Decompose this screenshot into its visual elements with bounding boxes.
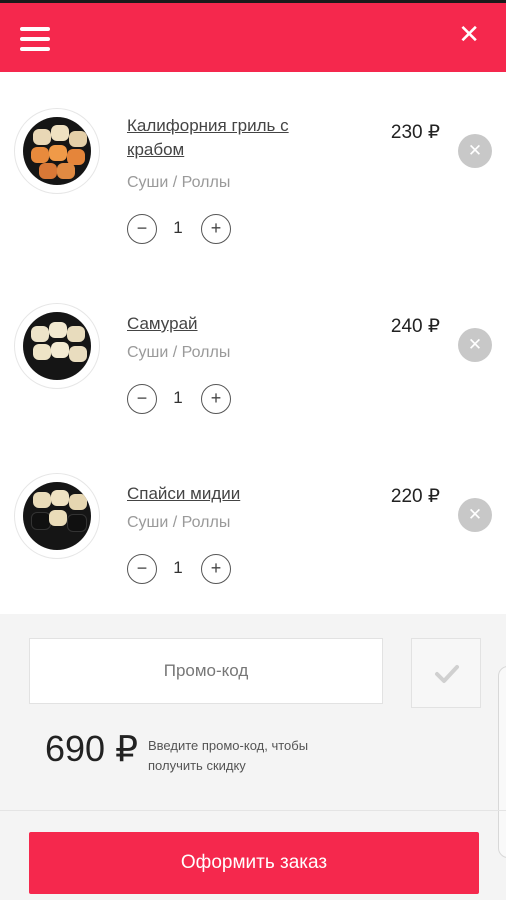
close-icon[interactable]: ✕ — [458, 21, 480, 47]
remove-item-button[interactable]: ✕ — [458, 134, 492, 168]
top-bar: ✕ — [0, 0, 506, 72]
product-name-link[interactable]: Самурай — [127, 312, 327, 336]
product-category: Суши / Роллы — [127, 514, 231, 531]
product-name-link[interactable]: Спайси мидии — [127, 482, 327, 506]
promo-code-input[interactable] — [29, 638, 383, 704]
scrollbar[interactable] — [498, 666, 506, 858]
decrease-quantity-button[interactable]: − — [127, 554, 157, 584]
quantity-value: 1 — [173, 558, 183, 577]
cart-footer: 690 ₽ Введите промо-код, чтобы получить … — [0, 614, 506, 900]
quantity-stepper: − 1 + — [127, 214, 237, 244]
checkout-button[interactable]: Оформить заказ — [29, 832, 479, 894]
cart-item: Самурай Суши / Роллы − 1 + 240 ₽ ✕ — [0, 274, 506, 445]
quantity-stepper: − 1 + — [127, 554, 237, 584]
quantity-value: 1 — [173, 218, 183, 237]
remove-item-button[interactable]: ✕ — [458, 328, 492, 362]
product-category: Суши / Роллы — [127, 174, 231, 191]
product-image — [14, 303, 100, 389]
cart-item: Спайси мидии Суши / Роллы − 1 + 220 ₽ ✕ — [0, 444, 506, 615]
hamburger-menu-icon[interactable] — [20, 27, 50, 51]
product-price: 230 ₽ — [390, 122, 440, 143]
product-image — [14, 108, 100, 194]
increase-quantity-button[interactable]: + — [201, 554, 231, 584]
quantity-stepper: − 1 + — [127, 384, 237, 414]
remove-item-button[interactable]: ✕ — [458, 498, 492, 532]
product-category: Суши / Роллы — [127, 344, 231, 361]
decrease-quantity-button[interactable]: − — [127, 384, 157, 414]
product-image — [14, 473, 100, 559]
order-total: 690 ₽ — [45, 728, 138, 769]
decrease-quantity-button[interactable]: − — [127, 214, 157, 244]
product-name-link[interactable]: Калифорния гриль с крабом — [127, 114, 327, 162]
promo-hint: Введите промо-код, чтобы получить скидку — [148, 738, 309, 773]
checkmark-icon — [435, 665, 459, 683]
quantity-value: 1 — [173, 388, 183, 407]
increase-quantity-button[interactable]: + — [201, 384, 231, 414]
product-price: 220 ₽ — [390, 486, 440, 507]
increase-quantity-button[interactable]: + — [201, 214, 231, 244]
cart-item: Калифорния гриль с крабом Суши / Роллы −… — [0, 72, 506, 275]
apply-promo-button[interactable] — [411, 638, 481, 708]
divider — [0, 810, 506, 811]
product-price: 240 ₽ — [390, 316, 440, 337]
